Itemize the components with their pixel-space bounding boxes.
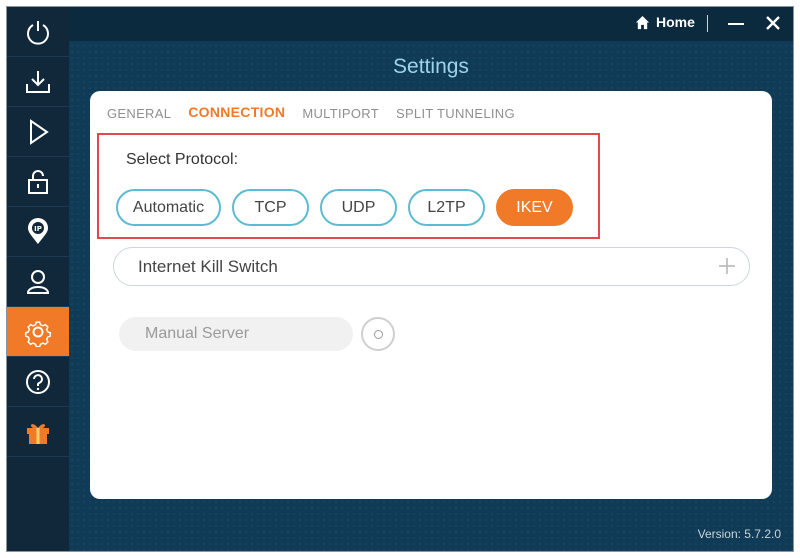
gift-icon (27, 423, 49, 444)
protocol-options: Automatic TCP UDP L2TP IKEV (116, 189, 573, 226)
power-icon (27, 20, 49, 45)
play-icon (30, 118, 49, 145)
version-label: Version: 5.7.2.0 (697, 527, 781, 541)
sidebar-item-gift[interactable] (7, 407, 69, 457)
settings-tabs: GENERAL CONNECTION MULTIPORT SPLIT TUNNE… (107, 104, 515, 121)
sidebar-item-power[interactable] (7, 7, 69, 57)
tab-multiport[interactable]: MULTIPORT (302, 106, 379, 121)
tab-split-tunneling[interactable]: SPLIT TUNNELING (396, 106, 515, 121)
manual-server-toggle[interactable] (361, 317, 395, 351)
svg-text:IP: IP (34, 225, 42, 233)
plus-icon[interactable] (715, 254, 739, 278)
sidebar-item-ip[interactable]: IP (7, 207, 69, 257)
protocol-l2tp-button[interactable]: L2TP (408, 189, 485, 226)
home-icon (635, 15, 650, 29)
close-icon[interactable] (764, 14, 782, 32)
protocol-label: Select Protocol: (126, 151, 239, 168)
app-window: IP Home Settings GENERAL CONNECTION MULT… (6, 6, 794, 552)
tab-connection[interactable]: CONNECTION (188, 104, 285, 121)
home-label: Home (656, 14, 695, 30)
titlebar-divider (707, 15, 708, 32)
protocol-highlight-box: Select Protocol: Automatic TCP UDP L2TP … (97, 133, 600, 239)
radio-circle-icon (373, 329, 383, 339)
sidebar-item-play[interactable] (7, 107, 69, 157)
protocol-tcp-button[interactable]: TCP (232, 189, 309, 226)
minimize-icon (728, 23, 744, 25)
ip-location-icon: IP (28, 217, 48, 244)
minimize-button[interactable] (727, 16, 745, 32)
main-area: Home Settings GENERAL CONNECTION MULTIPO… (69, 7, 793, 551)
settings-panel: GENERAL CONNECTION MULTIPORT SPLIT TUNNE… (90, 91, 772, 499)
kill-switch-row[interactable]: Internet Kill Switch (113, 247, 750, 286)
kill-switch-label: Internet Kill Switch (138, 256, 278, 276)
settings-gear-icon (24, 320, 52, 347)
sidebar: IP (7, 7, 69, 551)
lock-icon (28, 169, 48, 194)
user-icon (26, 269, 50, 294)
manual-server-label: Manual Server (145, 325, 250, 342)
sidebar-item-help[interactable] (7, 357, 69, 407)
sidebar-item-download[interactable] (7, 57, 69, 107)
sidebar-item-lock[interactable] (7, 157, 69, 207)
sidebar-item-account[interactable] (7, 257, 69, 307)
tab-general[interactable]: GENERAL (107, 106, 171, 121)
sidebar-item-settings[interactable] (7, 307, 69, 357)
title-bar: Home (69, 7, 793, 41)
protocol-udp-button[interactable]: UDP (320, 189, 397, 226)
protocol-ikev-button[interactable]: IKEV (496, 189, 573, 226)
page-title: Settings (393, 55, 469, 78)
home-button[interactable]: Home (635, 14, 695, 30)
help-icon (26, 369, 50, 394)
download-icon (26, 70, 50, 93)
manual-server-field[interactable]: Manual Server (119, 317, 353, 351)
protocol-automatic-button[interactable]: Automatic (116, 189, 221, 226)
